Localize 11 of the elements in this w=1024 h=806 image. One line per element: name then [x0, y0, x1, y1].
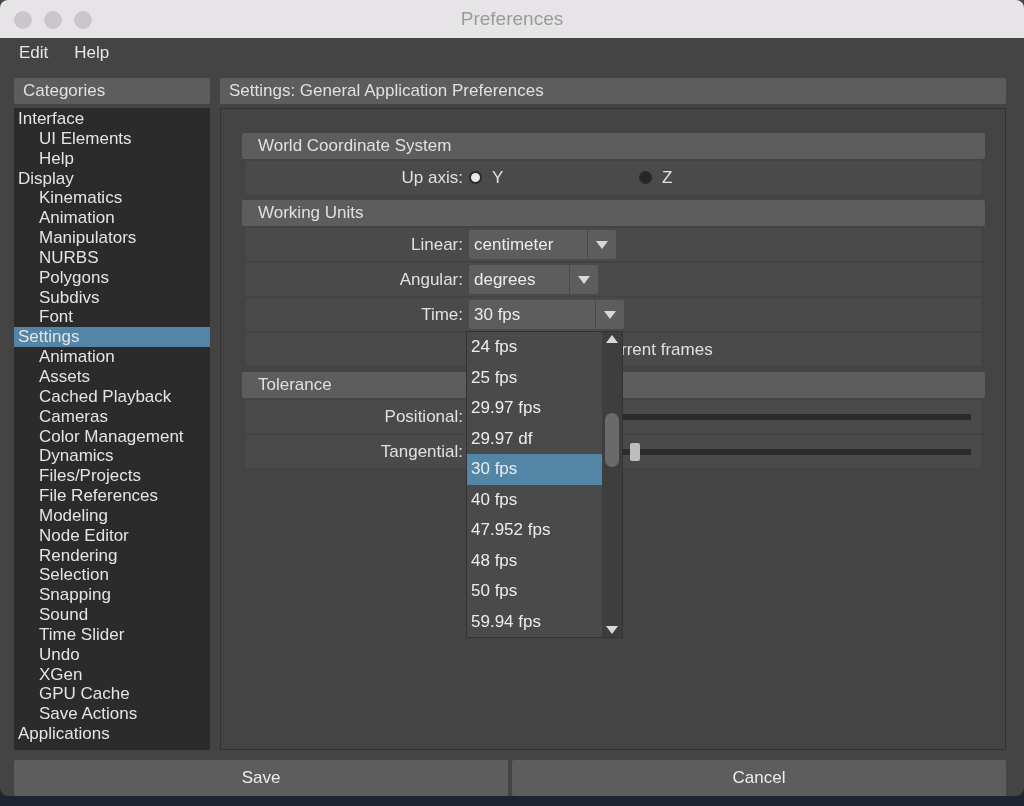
field-label: Up axis:	[400, 167, 464, 188]
sidebar-header: Categories	[14, 78, 210, 104]
radio-label: Z	[662, 167, 673, 188]
field-label: Time:	[420, 304, 464, 325]
radio-label: Y	[492, 167, 504, 188]
field-label: Angular:	[398, 269, 464, 290]
field-label: Tangential:	[379, 441, 464, 462]
panel-header: Settings: General Application Preferences	[220, 78, 1006, 104]
window-title: Preferences	[460, 8, 564, 30]
field-label: Positional:	[383, 406, 464, 427]
field-label: Linear:	[410, 234, 464, 255]
